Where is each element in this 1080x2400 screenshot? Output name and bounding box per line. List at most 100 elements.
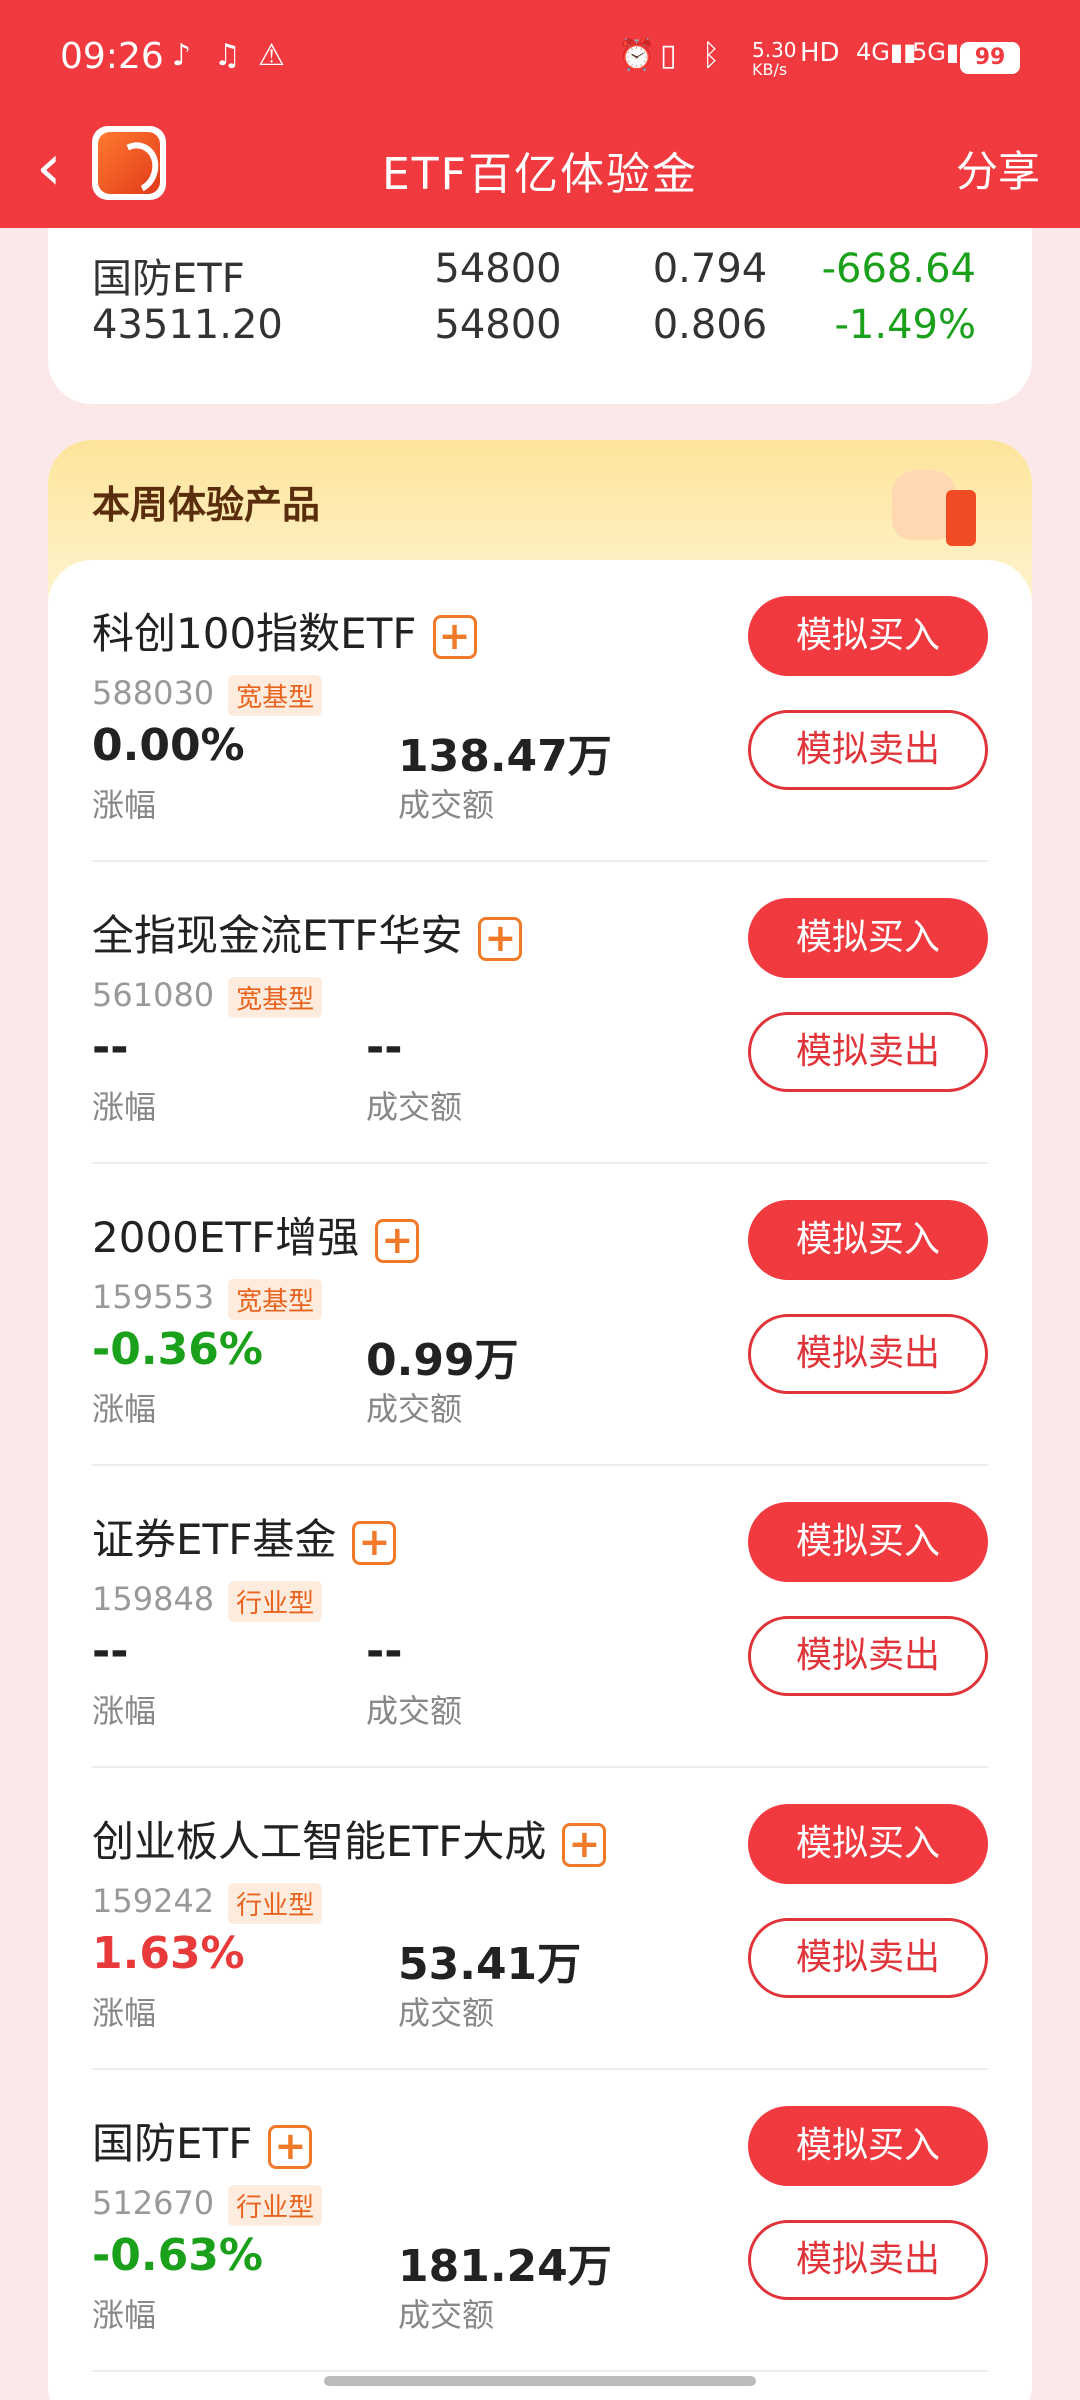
add-watchlist-icon[interactable]: + — [432, 614, 477, 659]
summary-col4-top: -668.64 — [821, 246, 976, 292]
simulated-buy-button[interactable]: 模拟买入 — [748, 1502, 988, 1582]
alarm-icon: ⏰ — [618, 38, 656, 73]
signal-4g-icon: 4G▮▮ — [856, 38, 917, 66]
tiktok-icon: ♫ — [214, 38, 241, 73]
product-code-text: 159553 — [92, 1278, 215, 1316]
summary-col2-top: 54800 — [434, 246, 562, 292]
volume-label: 成交额 — [366, 1692, 463, 1730]
product-code-text: 512670 — [92, 2184, 215, 2222]
product-type-tag: 行业型 — [228, 1882, 323, 1924]
product-change: 1.63% — [92, 1928, 245, 1979]
simulated-buy-button[interactable]: 模拟买入 — [748, 1200, 988, 1280]
product-type-tag: 宽基型 — [228, 1278, 323, 1320]
add-watchlist-icon[interactable]: + — [268, 2124, 313, 2169]
product-code-text: 159848 — [92, 1580, 215, 1618]
nav-bar: ‹ ETF百亿体验金 分享 — [0, 116, 1080, 228]
bluetooth-icon: ᛒ — [702, 38, 720, 73]
product-name-text: 国防ETF — [92, 2119, 253, 2168]
product-change: 0.00% — [92, 720, 245, 771]
volume-label: 成交额 — [398, 786, 495, 824]
product-volume: 0.99万 — [366, 1335, 519, 1386]
vibrate-icon: ▯ — [660, 38, 677, 73]
simulated-sell-button[interactable]: 模拟卖出 — [748, 1314, 988, 1394]
product-code: 588030 宽基型 — [92, 674, 323, 716]
product-name-text: 科创100指数ETF — [92, 609, 417, 658]
change-label: 涨幅 — [92, 786, 157, 824]
simulated-sell-button[interactable]: 模拟卖出 — [748, 1918, 988, 1998]
product-volume: 181.24万 — [398, 2241, 612, 2292]
product-code-text: 159242 — [92, 1882, 215, 1920]
simulated-buy-button[interactable]: 模拟买入 — [748, 596, 988, 676]
change-label: 涨幅 — [92, 1088, 157, 1126]
top-bar: 09:26 ♪ ♫ ⚠ ⏰ ▯ ᛒ 5.30 KB/s HD 4G▮▮ 5G▮▮… — [0, 0, 1080, 228]
product-type-tag: 宽基型 — [228, 674, 323, 716]
change-label: 涨幅 — [92, 1692, 157, 1730]
product-item: 证券ETF基金 + 159848 行业型 -- -- 涨幅 成交额 模拟买入 模拟卖… — [48, 1466, 1032, 1768]
product-code: 512670 行业型 — [92, 2184, 323, 2226]
warning-icon: ⚠ — [258, 38, 285, 73]
add-watchlist-icon[interactable]: + — [375, 1218, 420, 1263]
product-code: 561080 宽基型 — [92, 976, 323, 1018]
home-indicator — [324, 2376, 756, 2386]
product-name[interactable]: 科创100指数ETF + — [92, 600, 477, 661]
share-button[interactable]: 分享 — [956, 138, 1040, 199]
weekly-products-section: 本周体验产品 科创100指数ETF + 588030 宽基型 0.00% 138.4… — [48, 440, 1032, 2400]
product-code: 159848 行业型 — [92, 1580, 323, 1622]
simulated-buy-button[interactable]: 模拟买入 — [748, 2106, 988, 2186]
change-label: 涨幅 — [92, 1390, 157, 1428]
holding-summary-card: 国防ETF 54800 0.794 -668.64 43511.20 54800… — [48, 228, 1032, 404]
product-item: 科创100指数ETF + 588030 宽基型 0.00% 138.47万 涨幅 成… — [48, 560, 1032, 862]
hd-icon: HD — [800, 38, 840, 68]
product-change: -- — [92, 1626, 129, 1677]
status-bar: 09:26 ♪ ♫ ⚠ ⏰ ▯ ᛒ 5.30 KB/s HD 4G▮▮ 5G▮▮… — [0, 0, 1080, 116]
summary-col3-bottom: 0.806 — [652, 302, 768, 348]
battery-icon: 99 — [960, 42, 1020, 74]
divider — [92, 2370, 988, 2372]
change-label: 涨幅 — [92, 2296, 157, 2334]
product-type-tag: 行业型 — [228, 2184, 323, 2226]
section-title: 本周体验产品 — [92, 474, 323, 535]
add-watchlist-icon[interactable]: + — [478, 916, 523, 961]
simulated-sell-button[interactable]: 模拟卖出 — [748, 1012, 988, 1092]
net-speed-unit: KB/s — [752, 60, 788, 79]
summary-row-top: 国防ETF 54800 0.794 -668.64 — [48, 246, 1032, 302]
status-time: 09:26 — [60, 36, 164, 77]
product-change: -0.36% — [92, 1324, 263, 1375]
product-type-tag: 行业型 — [228, 1580, 323, 1622]
volume-label: 成交额 — [398, 2296, 495, 2334]
add-watchlist-icon[interactable]: + — [352, 1520, 397, 1565]
summary-name: 国防ETF — [92, 256, 245, 302]
simulated-buy-button[interactable]: 模拟买入 — [748, 898, 988, 978]
simulated-sell-button[interactable]: 模拟卖出 — [748, 1616, 988, 1696]
product-code-text: 588030 — [92, 674, 215, 712]
product-code-text: 561080 — [92, 976, 215, 1014]
product-volume: 53.41万 — [398, 1939, 582, 1990]
volume-label: 成交额 — [366, 1390, 463, 1428]
product-name[interactable]: 全指现金流ETF华安 + — [92, 902, 523, 963]
product-list: 科创100指数ETF + 588030 宽基型 0.00% 138.47万 涨幅 成… — [48, 560, 1032, 2372]
product-change: -- — [92, 1022, 129, 1073]
simulated-sell-button[interactable]: 模拟卖出 — [748, 710, 988, 790]
product-item: 全指现金流ETF华安 + 561080 宽基型 -- -- 涨幅 成交额 模拟买入 … — [48, 862, 1032, 1164]
summary-col2-bottom: 54800 — [434, 302, 562, 348]
product-name[interactable]: 创业板人工智能ETF大成 + — [92, 1808, 607, 1869]
product-name[interactable]: 证券ETF基金 + — [92, 1506, 397, 1567]
product-name-text: 2000ETF增强 — [92, 1213, 360, 1262]
simulated-sell-button[interactable]: 模拟卖出 — [748, 2220, 988, 2300]
product-name-text: 创业板人工智能ETF大成 — [92, 1817, 547, 1866]
product-code: 159242 行业型 — [92, 1882, 323, 1924]
simulated-buy-button[interactable]: 模拟买入 — [748, 1804, 988, 1884]
thumbs-up-icon — [882, 450, 992, 560]
product-item: 国防ETF + 512670 行业型 -0.63% 181.24万 涨幅 成交额 模… — [48, 2070, 1032, 2372]
product-change: -0.63% — [92, 2230, 263, 2281]
product-volume: -- — [366, 1022, 403, 1073]
add-watchlist-icon[interactable]: + — [562, 1822, 607, 1867]
volume-label: 成交额 — [366, 1088, 463, 1126]
volume-label: 成交额 — [398, 1994, 495, 2032]
product-name[interactable]: 2000ETF增强 + — [92, 1204, 420, 1265]
product-code: 159553 宽基型 — [92, 1278, 323, 1320]
notification-icon: ♪ — [172, 38, 192, 73]
product-volume: -- — [366, 1626, 403, 1677]
product-name[interactable]: 国防ETF + — [92, 2110, 313, 2171]
product-volume: 138.47万 — [398, 731, 612, 782]
